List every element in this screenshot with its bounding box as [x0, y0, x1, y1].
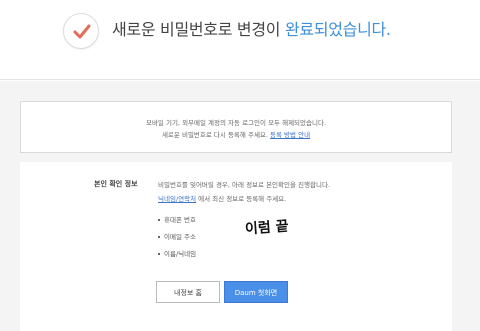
- title-prefix: 새로운 비밀번호로 변경이: [112, 20, 285, 39]
- handwritten-annotation: 이럼 끝: [244, 218, 290, 238]
- identity-section-title: 본인 확인 정보: [94, 180, 138, 188]
- result-header: 새로운 비밀번호로 변경이 완료되었습니다.: [0, 0, 480, 80]
- list-item: 이름/닉네임: [158, 248, 196, 258]
- my-info-home-button[interactable]: 내정보 홈: [156, 281, 220, 303]
- registration-guide-link[interactable]: 등록 방법 안내: [270, 131, 310, 139]
- daum-home-button[interactable]: Daum 첫화면: [224, 281, 288, 303]
- identity-update-note: 닉네임/연락처 에서 최신 정보로 등록해 주세요.: [158, 193, 286, 203]
- identity-description: 비밀번호를 잊어버릴 경우, 아래 정보로 본인확인을 진행합니다.: [158, 181, 331, 189]
- notice-line-2: 새로운 비밀번호로 다시 등록해 주세요. 등록 방법 안내: [21, 129, 451, 139]
- title-accent: 완료되었습니다.: [284, 20, 391, 39]
- bullet-icon: [158, 253, 160, 255]
- check-badge: [63, 13, 99, 49]
- notice-line-1: 모바일 기기, 외부메일 계정의 자동 로그인이 모두 해제되었습니다.: [145, 119, 327, 127]
- bullet-icon: [158, 219, 160, 221]
- list-item: 이메일 주소: [158, 231, 196, 241]
- item-name-label: 이름/닉네임: [164, 250, 197, 258]
- list-item: 휴대폰 번호: [158, 214, 196, 224]
- nickname-contact-link[interactable]: 닉네임/연락처: [158, 195, 196, 203]
- notice-line-2-text: 새로운 비밀번호로 다시 등록해 주세요.: [161, 131, 271, 139]
- redaction-box: [212, 207, 402, 271]
- item-email-label: 이메일 주소: [164, 233, 196, 241]
- identity-update-suffix: 에서 최신 정보로 등록해 주세요.: [196, 195, 287, 203]
- page-title: 새로운 비밀번호로 변경이 완료되었습니다.: [112, 18, 391, 42]
- auto-login-notice: 모바일 기기, 외부메일 계정의 자동 로그인이 모두 해제되었습니다. 새로운…: [20, 101, 452, 153]
- check-icon: [73, 24, 91, 39]
- item-phone-label: 휴대폰 번호: [164, 216, 196, 224]
- bullet-icon: [158, 236, 160, 238]
